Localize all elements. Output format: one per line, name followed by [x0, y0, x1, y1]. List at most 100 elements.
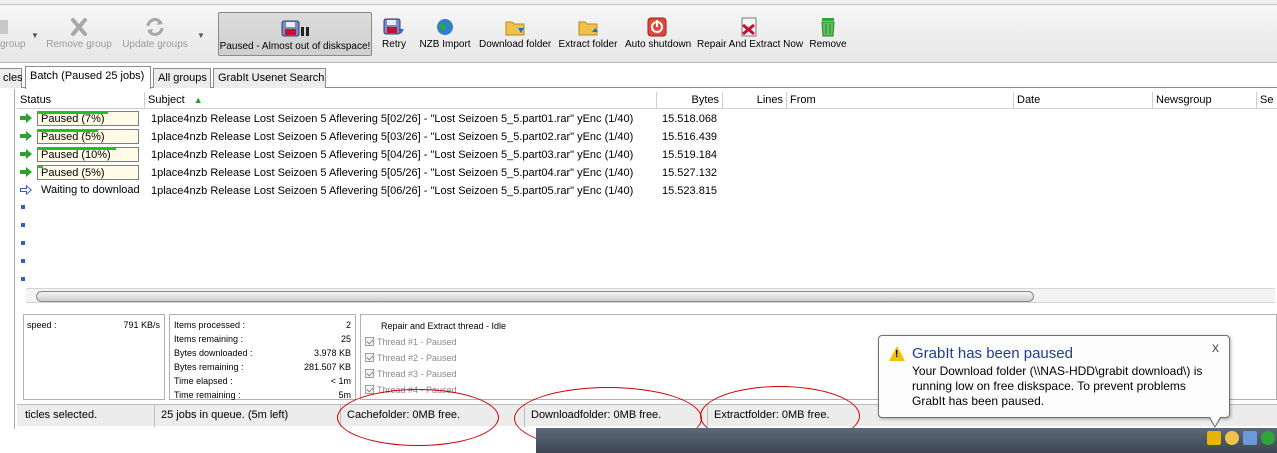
column-header-lines[interactable]: Lines — [723, 92, 787, 109]
remove-group-button[interactable]: Remove group — [46, 11, 112, 59]
subject-text: 1place4nzb Release Lost Seizoen 5 Afleve… — [151, 131, 634, 143]
trash-icon — [817, 17, 839, 37]
arrow-right-icon — [20, 167, 32, 177]
retry-label: Retry — [382, 39, 406, 50]
auto-shutdown-button[interactable]: Auto shutdown — [625, 11, 692, 59]
status-progress: Paused (5%) — [37, 129, 139, 144]
remove-group-icon — [68, 17, 90, 37]
stat-label: Items remaining : — [174, 334, 244, 344]
column-header-bytes[interactable]: Bytes — [657, 92, 723, 109]
stat-value: 25 — [340, 334, 351, 344]
retry-icon — [383, 17, 405, 37]
thread-label: Thread #1 - Paused — [377, 337, 457, 347]
stats-panel: Items processed : 2 Items remaining : 25… — [169, 314, 356, 400]
checkbox[interactable] — [365, 337, 374, 346]
column-header-from[interactable]: From — [787, 92, 1014, 109]
checkbox[interactable] — [365, 385, 374, 394]
stat-value: 5m — [338, 390, 351, 400]
table-row[interactable]: Waiting to download 1place4nzb Release L… — [17, 182, 757, 200]
stat-value: < 1m — [330, 376, 351, 386]
left-panel-strip — [0, 89, 15, 429]
chevron-down-icon[interactable]: ▼ — [197, 31, 205, 40]
tab-batch[interactable]: Batch (Paused 25 jobs) — [25, 66, 151, 89]
thread-label: Thread #4 - Paused — [377, 385, 457, 395]
bytes-text: 15.516.439 — [662, 131, 718, 143]
add-group-button[interactable]: group — [0, 11, 26, 59]
row-marker — [21, 205, 25, 209]
stat-value: 2 — [345, 320, 351, 330]
thread-item: Thread #1 - Paused — [365, 337, 457, 347]
status-text: Waiting to download — [41, 184, 139, 196]
remove-button[interactable]: Remove — [808, 11, 848, 59]
repair-extract-button[interactable]: Repair And Extract Now — [697, 11, 803, 59]
subject-text: 1place4nzb Release Lost Seizoen 5 Afleve… — [151, 167, 634, 179]
stat-value: 3.978 KB — [313, 348, 351, 358]
status-text: Paused (5%) — [41, 131, 105, 143]
table-row[interactable]: Paused (5%) 1place4nzb Release Lost Seiz… — [17, 164, 757, 182]
speed-panel: speed : 791 KB/s — [23, 314, 165, 400]
remove-label: Remove — [809, 39, 847, 50]
tab-articles[interactable]: cles — [0, 68, 23, 88]
progress-fill — [38, 166, 43, 168]
tab-grabit-usenet-search[interactable]: GrabIt Usenet Search — [213, 68, 326, 88]
column-header-subject-label: Subject — [148, 94, 185, 106]
paused-button[interactable]: Paused - Almost out of diskspace! — [218, 12, 372, 56]
tab-all-groups[interactable]: All groups — [153, 68, 211, 88]
nzb-import-label: NZB Import — [419, 39, 471, 50]
bytes-text: 15.518.068 — [662, 113, 718, 125]
horizontal-scrollbar[interactable] — [26, 288, 1275, 303]
arrow-right-icon — [20, 149, 32, 159]
close-icon[interactable]: x — [1212, 339, 1219, 355]
table-row[interactable]: Paused (5%) 1place4nzb Release Lost Seiz… — [17, 128, 757, 146]
extract-folder-icon — [577, 17, 599, 37]
thread-label: Thread #3 - Paused — [377, 369, 457, 379]
extract-folder-button[interactable]: Extract folder — [557, 11, 619, 59]
update-groups-icon — [144, 17, 166, 37]
status-text: Paused (7%) — [41, 113, 105, 125]
column-header-date[interactable]: Date — [1014, 92, 1153, 109]
download-folder-label: Download folder — [479, 39, 552, 50]
arrow-right-icon — [20, 131, 32, 141]
nzb-import-icon — [434, 17, 456, 37]
status-progress: Paused (7%) — [37, 111, 139, 126]
download-folder-icon — [504, 17, 526, 37]
checkbox[interactable] — [365, 353, 374, 362]
extract-folder-label: Extract folder — [558, 39, 618, 50]
bytes-text: 15.523.815 — [662, 185, 718, 197]
table-row[interactable]: Paused (10%) 1place4nzb Release Lost Sei… — [17, 146, 757, 164]
chevron-down-icon[interactable]: ▼ — [31, 31, 39, 40]
column-header-subject[interactable]: Subject ▲ — [145, 92, 657, 109]
subject-text: 1place4nzb Release Lost Seizoen 5 Afleve… — [151, 149, 634, 161]
update-groups-label: Update groups — [122, 39, 188, 50]
checkbox[interactable] — [365, 369, 374, 378]
toolbar: group ▼ Remove group Update groups ▼ Pau… — [0, 5, 1277, 63]
bytes-text: 15.527.132 — [662, 167, 718, 179]
subject-text: 1place4nzb Release Lost Seizoen 5 Afleve… — [151, 185, 634, 197]
tray-icon[interactable] — [1243, 431, 1257, 445]
balloon-title: GrabIt has been paused — [912, 345, 1073, 362]
thread-title: Repair and Extract thread - Idle — [381, 321, 507, 331]
thread-label: Thread #2 - Paused — [377, 353, 457, 363]
tray-icon[interactable] — [1261, 431, 1275, 445]
column-header-status[interactable]: Status — [17, 92, 145, 109]
paused-label: Paused - Almost out of diskspace! — [219, 41, 371, 52]
tray-icon[interactable] — [1207, 431, 1221, 445]
retry-button[interactable]: Retry — [378, 11, 410, 59]
scrollbar-thumb[interactable] — [36, 291, 1034, 302]
column-header-se[interactable]: Se — [1257, 92, 1277, 109]
warning-icon — [889, 346, 905, 361]
status-progress: Paused (10%) — [37, 147, 139, 162]
bytes-text: 15.519.184 — [662, 149, 718, 161]
update-groups-button[interactable]: Update groups — [121, 11, 189, 59]
notification-balloon[interactable]: GrabIt has been paused x Your Download f… — [878, 335, 1230, 428]
progress-fill — [38, 130, 98, 132]
nzb-import-button[interactable]: NZB Import — [418, 11, 472, 59]
tray-icon[interactable] — [1225, 431, 1239, 445]
column-header-newsgroup[interactable]: Newsgroup — [1153, 92, 1257, 109]
progress-fill — [38, 112, 108, 114]
table-row[interactable]: Paused (7%) 1place4nzb Release Lost Seiz… — [17, 110, 757, 128]
stat-label: Items processed : — [174, 320, 246, 330]
auto-shutdown-label: Auto shutdown — [625, 39, 692, 50]
download-folder-button[interactable]: Download folder — [479, 11, 551, 59]
thread-item: Thread #3 - Paused — [365, 369, 457, 379]
